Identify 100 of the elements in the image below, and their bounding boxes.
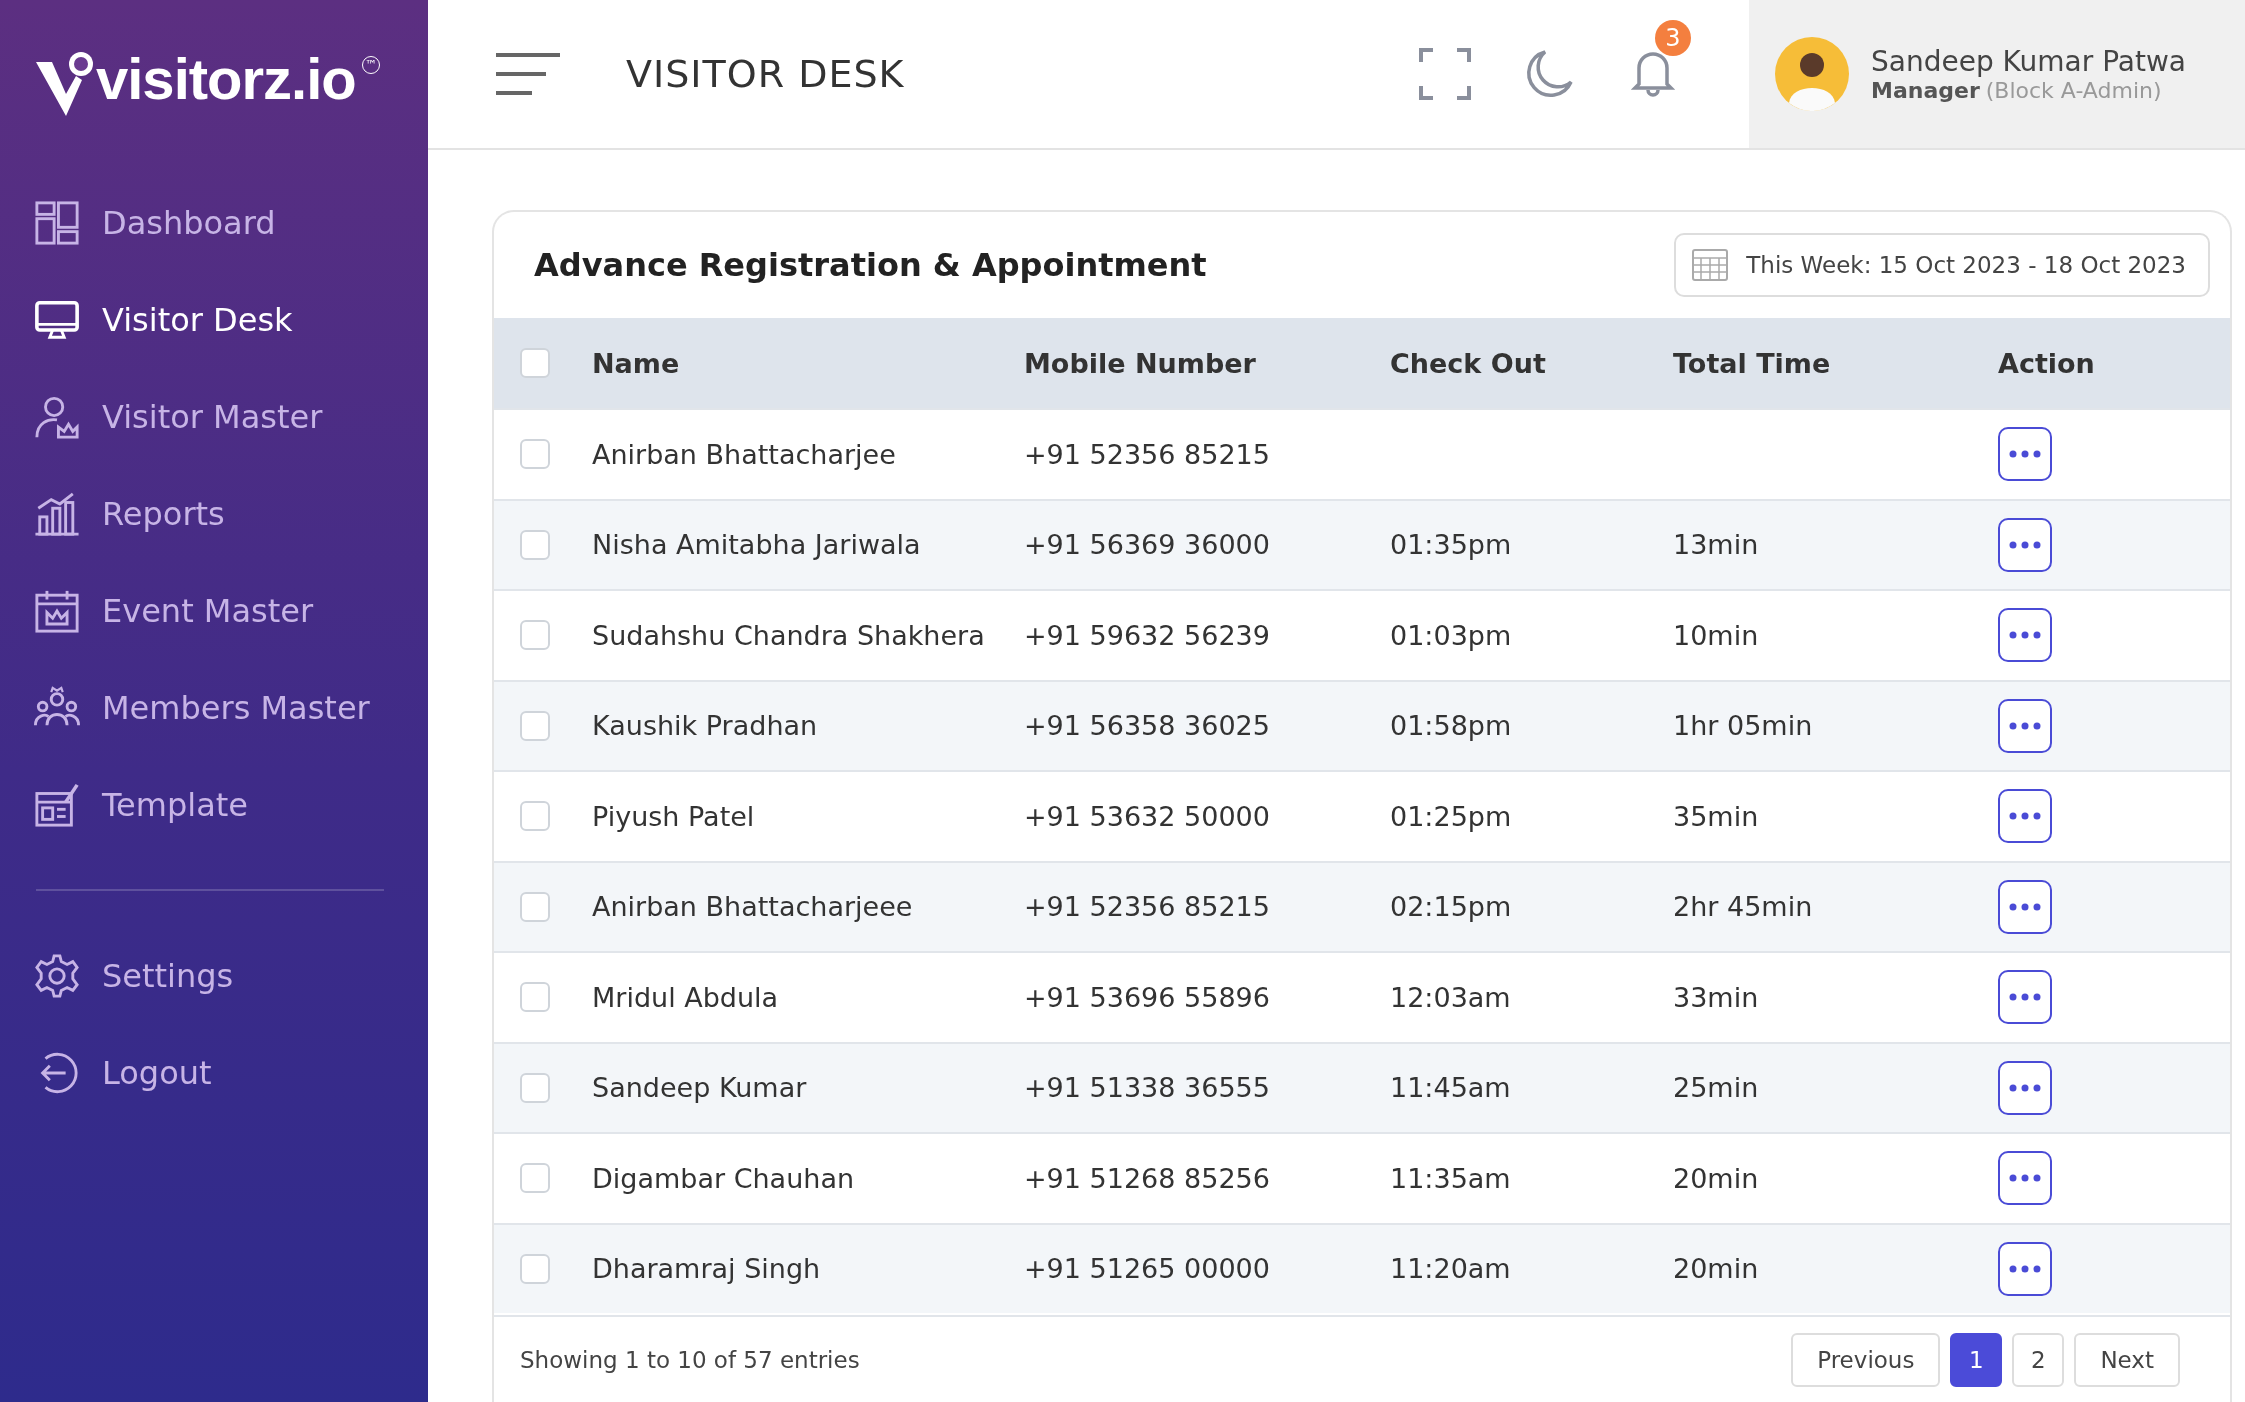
table-cell-text: +91 52356 85215 — [1024, 438, 1271, 470]
table-cell-text: +91 56369 36000 — [1024, 529, 1271, 561]
more-icon — [2008, 902, 2042, 911]
table-cell-text: +91 51265 00000 — [1024, 1253, 1271, 1285]
row-checkbox[interactable] — [520, 439, 550, 470]
date-range-picker[interactable]: This Week: 15 Oct 2023 - 18 Oct 2023 — [1674, 233, 2210, 297]
select-all-checkbox[interactable] — [520, 348, 550, 378]
more-button[interactable] — [1998, 1241, 2052, 1296]
more-button[interactable] — [1998, 1060, 2052, 1115]
more-icon — [2008, 1083, 2042, 1092]
more-icon — [2008, 993, 2042, 1002]
table-cell-text: 35min — [1673, 800, 1760, 832]
table-cell-text: 33min — [1673, 981, 1760, 1013]
more-button[interactable] — [1998, 879, 2052, 934]
row-checkbox[interactable] — [520, 1072, 550, 1103]
more-button[interactable] — [1998, 789, 2052, 844]
menu-icon[interactable] — [496, 52, 560, 96]
table-cell-text: 02:15pm — [1390, 891, 1513, 923]
table-cell-text: +91 51268 85256 — [1024, 1162, 1271, 1194]
table-cell-text: 01:25pm — [1390, 800, 1513, 832]
nav-item[interactable]: Reports — [0, 465, 428, 562]
row-checkbox[interactable] — [520, 620, 550, 651]
table-cell-text: 1hr 05min — [1673, 710, 1814, 742]
next-button[interactable]: Next — [2074, 1332, 2180, 1387]
more-icon — [2008, 1264, 2042, 1273]
more-icon — [2008, 721, 2042, 730]
previous-button[interactable]: Previous — [1791, 1332, 1941, 1387]
more-icon — [2008, 1174, 2042, 1183]
table-cell-text: 11:35am — [1390, 1162, 1512, 1194]
table-cell-text: Anirban Bhattacharjeee — [592, 891, 914, 923]
template-icon — [34, 781, 80, 828]
bar-chart-icon — [34, 490, 80, 537]
row-checkbox[interactable] — [520, 891, 550, 922]
more-button[interactable] — [1998, 1151, 2052, 1206]
more-button[interactable] — [1998, 698, 2052, 753]
card-title: Advance Registration & Appointment — [534, 246, 1207, 284]
column-header: Name — [592, 347, 681, 379]
table-cell-text: 25min — [1673, 1072, 1760, 1104]
nav-item[interactable]: Visitor Desk — [0, 271, 428, 368]
more-icon — [2008, 540, 2042, 549]
more-button[interactable] — [1998, 608, 2052, 663]
dashboard-icon — [34, 199, 80, 246]
more-icon — [2008, 631, 2042, 640]
row-checkbox[interactable] — [520, 529, 550, 560]
table-cell-text: 12:03am — [1390, 981, 1512, 1013]
page-button[interactable]: 1 — [1950, 1332, 2003, 1387]
table-cell-text: 10min — [1673, 619, 1760, 651]
more-button[interactable] — [1998, 517, 2052, 572]
table-cell-text: +91 51338 36555 — [1024, 1072, 1271, 1104]
row-checkbox[interactable] — [520, 1163, 550, 1194]
notification-badge: 3 — [1655, 20, 1691, 56]
user-department: (Block A-Admin) — [1985, 78, 2162, 103]
more-icon — [2008, 812, 2042, 821]
table-cell-text: 01:35pm — [1390, 529, 1513, 561]
row-checkbox[interactable] — [520, 1253, 550, 1284]
nav-item[interactable]: Event Master — [0, 562, 428, 659]
nav-item[interactable]: Visitor Master — [0, 368, 428, 465]
more-button[interactable] — [1998, 970, 2052, 1025]
table-cell-text: Dharamraj Singh — [592, 1253, 822, 1285]
table-cell-text: +91 56358 36025 — [1024, 710, 1271, 742]
table-cell-text: 11:20am — [1390, 1253, 1512, 1285]
column-header: Total Time — [1673, 347, 1832, 379]
table-cell-text: Sudahshu Chandra Shakhera — [592, 619, 986, 651]
logo-text: visitorz.io — [96, 45, 356, 113]
table-cell-text: 20min — [1673, 1253, 1760, 1285]
column-header: Action — [1998, 347, 2096, 379]
row-checkbox[interactable] — [520, 982, 550, 1013]
table-cell-text: 11:45am — [1390, 1072, 1512, 1104]
table-cell-text: Digambar Chauhan — [592, 1162, 856, 1194]
settings-icon — [34, 952, 80, 999]
nav-item[interactable]: Logout — [0, 1024, 428, 1121]
table-cell-text: +91 59632 56239 — [1024, 619, 1271, 651]
nav-item[interactable]: Dashboard — [0, 174, 428, 271]
table-cell-text: Mridul Abdula — [592, 981, 780, 1013]
user-role: Manager — [1871, 78, 1980, 103]
table-cell-text: 20min — [1673, 1162, 1760, 1194]
fullscreen-icon[interactable] — [1419, 48, 1471, 100]
column-header: Check Out — [1390, 347, 1547, 379]
nav-item[interactable]: Template — [0, 756, 428, 853]
table-cell-text: +91 52356 85215 — [1024, 891, 1271, 923]
more-icon — [2008, 450, 2042, 459]
calendar-icon — [1692, 249, 1729, 281]
row-checkbox[interactable] — [520, 801, 550, 832]
table-cell-text: +91 53632 50000 — [1024, 800, 1271, 832]
table-cell-text: 2hr 45min — [1673, 891, 1814, 923]
user-name: Sandeep Kumar Patwa — [1871, 45, 2186, 78]
table-cell-text: 01:58pm — [1390, 710, 1513, 742]
nav-item[interactable]: Members Master — [0, 659, 428, 756]
row-checkbox[interactable] — [520, 710, 550, 741]
entries-summary: Showing 1 to 10 of 57 entries — [520, 1346, 860, 1373]
page-button[interactable]: 2 — [2012, 1332, 2065, 1387]
page-title: VISITOR DESK — [626, 52, 905, 96]
table-cell-text: Anirban Bhattacharjee — [592, 438, 897, 470]
nav-item[interactable]: Settings — [0, 927, 428, 1024]
table-cell-text: Kaushik Pradhan — [592, 710, 819, 742]
table-cell-text: +91 53696 55896 — [1024, 981, 1271, 1013]
table-cell-text: 01:03pm — [1390, 619, 1513, 651]
more-button[interactable] — [1998, 427, 2052, 482]
table-cell-text: Piyush Patel — [592, 800, 756, 832]
table-cell-text: Sandeep Kumar — [592, 1072, 808, 1104]
